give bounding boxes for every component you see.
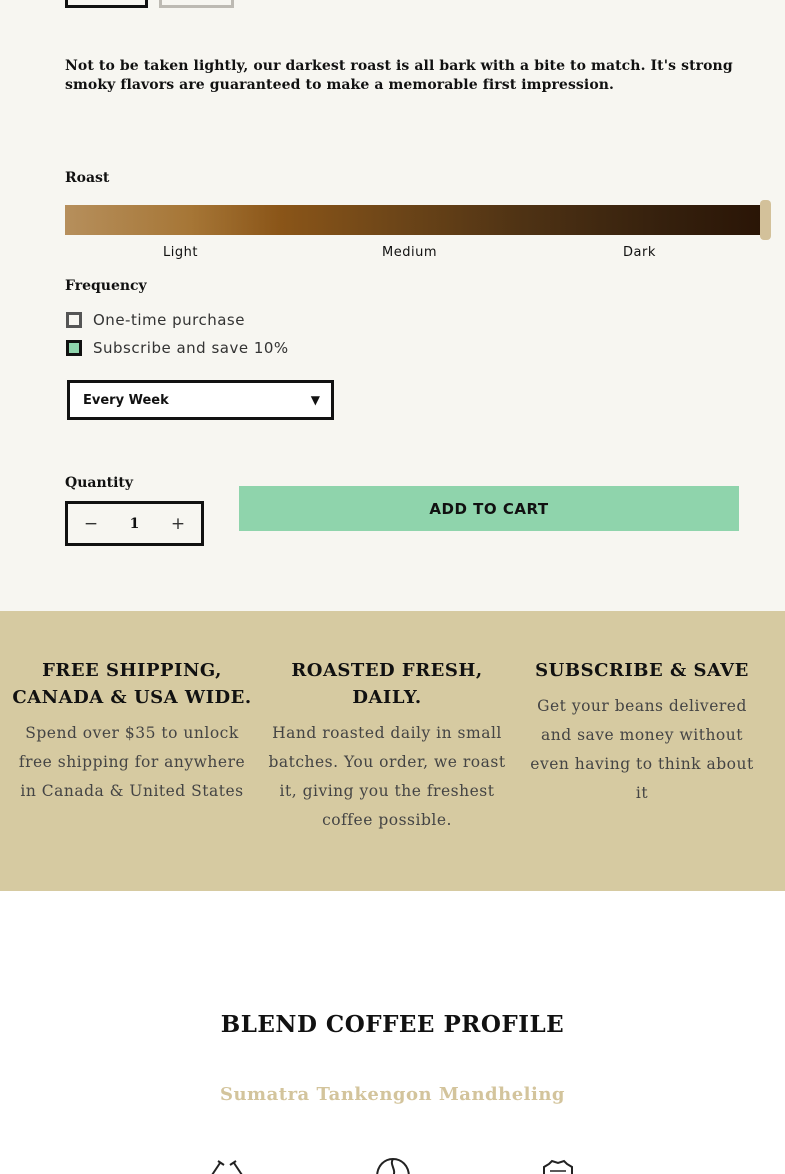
badge-icon — [540, 1157, 576, 1174]
subscribe-option[interactable]: Subscribe and save 10% — [66, 339, 289, 357]
frequency-select-value: Every Week — [83, 392, 169, 408]
one-time-purchase-option[interactable]: One-time purchase — [66, 311, 245, 329]
subscribe-checkbox[interactable] — [66, 340, 82, 356]
product-description: Not to be taken lightly, our darkest roa… — [65, 58, 733, 93]
roast-tick-light: Light — [163, 245, 198, 260]
features-band: FREE SHIPPING, CANADA & USA WIDE. Spend … — [0, 611, 785, 891]
quantity-stepper: − 1 + — [65, 501, 204, 546]
profile-subtitle: Sumatra Tankengon Mandheling — [219, 1084, 566, 1105]
feature-title: FREE SHIPPING, CANADA & USA WIDE. — [12, 660, 252, 708]
frequency-select[interactable]: Every Week ▼ — [67, 380, 334, 420]
feature-text: Hand roasted daily in small batches. You… — [268, 724, 506, 829]
feature-title: SUBSCRIBE & SAVE — [535, 660, 749, 681]
feature-subscribe-save: SUBSCRIBE & SAVE Get your beans delivere… — [524, 657, 760, 808]
feature-title: ROASTED FRESH, DAILY. — [291, 660, 483, 708]
roast-tick-medium: Medium — [382, 245, 437, 260]
coffee-bean-icon — [373, 1157, 413, 1174]
one-time-label: One-time purchase — [93, 311, 245, 329]
feature-text: Spend over $35 to unlock free shipping f… — [18, 724, 246, 800]
roast-label: Roast — [65, 170, 110, 186]
option-selected-box[interactable] — [65, 0, 148, 8]
profile-title: BLEND COFFEE PROFILE — [220, 1011, 565, 1038]
feature-free-shipping: FREE SHIPPING, CANADA & USA WIDE. Spend … — [12, 657, 252, 806]
feature-text: Get your beans delivered and save money … — [530, 697, 754, 802]
quantity-value[interactable]: 1 — [114, 516, 155, 532]
blend-profile-section: BLEND COFFEE PROFILE Sumatra Tankengon M… — [0, 891, 785, 1174]
option-unselected-box[interactable] — [159, 0, 234, 8]
roast-tick-dark: Dark — [623, 245, 656, 260]
one-time-checkbox[interactable] — [66, 312, 82, 328]
roast-level-bar — [65, 205, 761, 235]
dropdown-arrow-icon: ▼ — [310, 393, 320, 407]
frequency-label: Frequency — [65, 278, 147, 294]
quantity-increase-button[interactable]: + — [155, 514, 201, 534]
quantity-label: Quantity — [65, 475, 134, 491]
add-to-cart-button[interactable]: ADD TO CART — [239, 486, 739, 531]
quantity-decrease-button[interactable]: − — [68, 514, 114, 534]
roast-level-handle[interactable] — [760, 200, 771, 240]
subscribe-label: Subscribe and save 10% — [93, 339, 289, 357]
tools-icon — [206, 1157, 248, 1174]
feature-roasted-fresh: ROASTED FRESH, DAILY. Hand roasted daily… — [268, 657, 506, 835]
